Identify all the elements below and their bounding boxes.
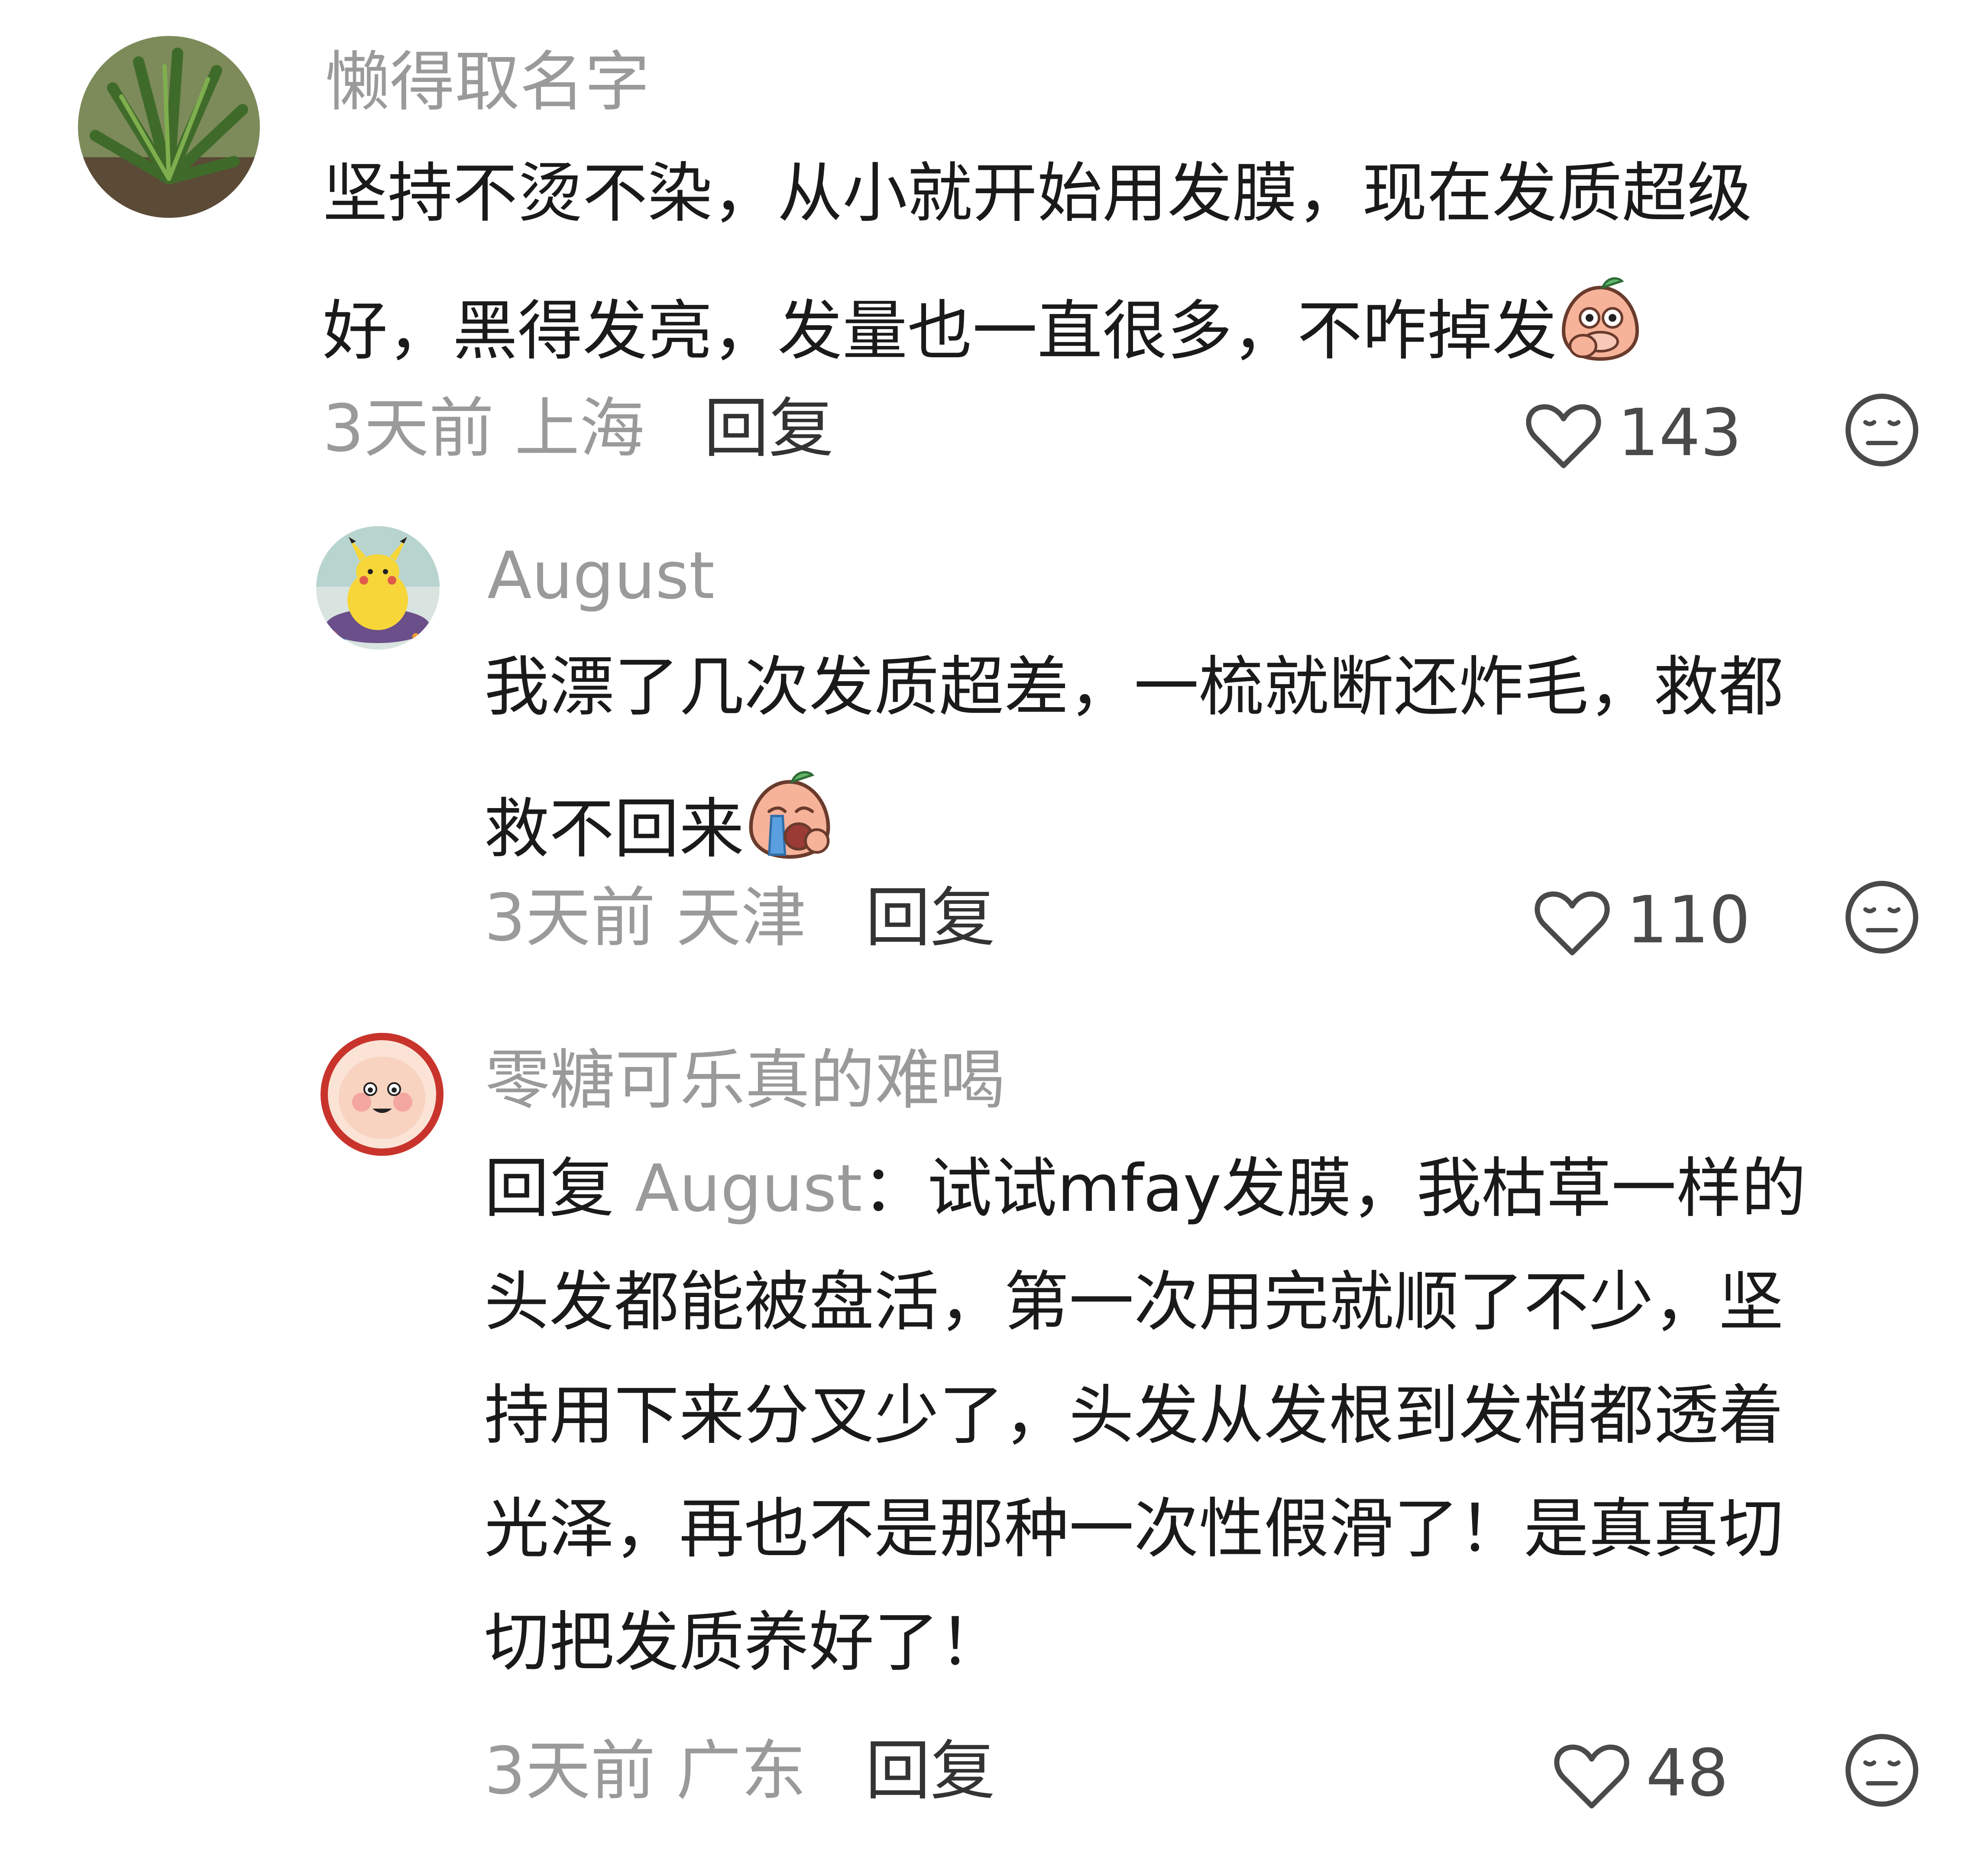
avatar[interactable] [316,526,440,650]
comment-text: 回复 August：试试mfay发膜，我枯草一样的 头发都能被盘活，第一次用完就… [484,1156,1806,1724]
comment-line: 切把发质养好了！ [484,1605,1004,1680]
like-count: 48 [1646,1736,1729,1811]
reply-button[interactable]: 回复 [865,886,995,951]
plant-avatar-icon [78,36,260,218]
comment-line: 好，黑得发亮，发量也一直很多，不咋掉发 [323,275,1752,388]
username[interactable]: August [487,543,715,608]
comment-line: 持用下来分叉少了，头发从发根到发梢都透着 [484,1378,1784,1453]
comment-line: 坚持不烫不染，从小就开始用发膜，现在发质超级 [323,156,1752,231]
dislike-button[interactable] [1843,1731,1921,1811]
time-location: 3天前 广东 [484,1734,806,1809]
like-count: 110 [1626,883,1751,958]
neutral-face-icon [1846,881,1918,954]
dislike-button[interactable] [1843,878,1921,958]
comment-line: 光泽，再也不是那种一次性假滑了！是真真切 [484,1491,1784,1567]
avatar[interactable] [78,36,260,218]
comment-list: 懒得取名字 坚持不烫不染，从小就开始用发膜，现在发质超级 好，黑得发亮，发量也一… [0,0,1988,1863]
comment-line: 救不回来 [484,768,1784,882]
reply-button[interactable]: 回复 [865,1739,995,1804]
comment-text: 坚持不烫不染，从小就开始用发膜，现在发质超级 好，黑得发亮，发量也一直很多，不咋… [323,161,1752,388]
comment-line-text: 好，黑得发亮，发量也一直很多，不咋掉发 [323,294,1557,369]
pikachu-avatar-icon [316,526,440,650]
heart-outline-icon [1535,891,1610,955]
avatar[interactable] [321,1033,444,1156]
comment-line: 我漂了几次发质超差，一梳就断还炸毛，救都 [484,650,1784,725]
peach-crying-emoji-icon [744,768,835,870]
peach-surprised-emoji-icon [1557,275,1644,372]
like-count: 143 [1618,395,1742,471]
reply-prefix: 回复 [484,1151,615,1226]
comment-line-text: 救不回来 [484,792,745,867]
comment-line-text: 试试mfay发膜，我枯草一样的 [927,1151,1807,1226]
username[interactable]: 零糖可乐真的难喝 [485,1048,1005,1113]
comment-meta: 3天前 天津 回复 [484,886,995,951]
comment-meta: 3天前 上海 回复 [323,396,834,461]
heart-outline-icon [1554,1744,1629,1808]
like-button[interactable]: 143 [1520,392,1742,470]
like-button[interactable]: 110 [1529,879,1750,957]
username[interactable]: 懒得取名字 [325,50,650,115]
reply-colon: ： [862,1151,927,1226]
time-location: 3天前 天津 [484,880,806,956]
reply-to-username[interactable]: August [635,1151,862,1226]
comment-line: 回复 August：试试mfay发膜，我枯草一样的 [484,1156,1806,1270]
heart-outline-icon [1526,404,1601,468]
comment-line: 头发都能被盘活，第一次用完就顺了不少，坚 [484,1265,1784,1340]
dislike-button[interactable] [1843,391,1921,471]
comment-text: 我漂了几次发质超差，一梳就断还炸毛，救都 救不回来 [484,655,1784,882]
neutral-face-icon [1846,1734,1918,1807]
baby-face-avatar-icon [321,1033,444,1156]
neutral-face-icon [1846,394,1918,466]
reply-button[interactable]: 回复 [704,396,834,461]
comment-meta: 3天前 广东 回复 [484,1739,995,1804]
time-location: 3天前 上海 [323,391,645,466]
like-button[interactable]: 48 [1548,1732,1765,1810]
